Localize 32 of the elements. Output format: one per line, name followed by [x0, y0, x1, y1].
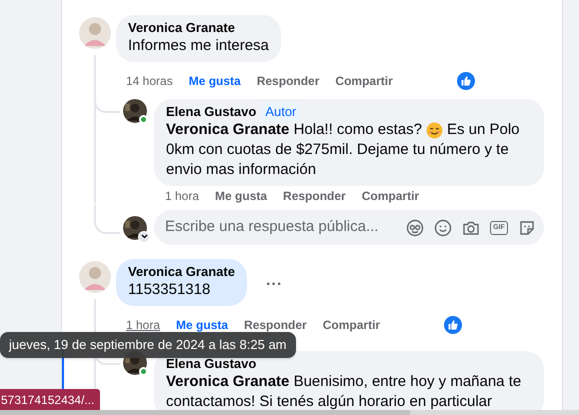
author-badge: Autor — [262, 103, 300, 121]
scrollbar[interactable] — [0, 410, 579, 415]
author-name[interactable]: Veronica Granate — [128, 20, 235, 36]
like-link[interactable]: Me gusta — [176, 317, 228, 333]
avatar-sticker-icon[interactable] — [406, 218, 424, 236]
comment-text: 0km con cuotas de $275mil. Dejame tu número y te envio mas información — [166, 140, 510, 180]
share-link[interactable]: Compartir — [335, 73, 393, 89]
caret-icon[interactable] — [138, 230, 150, 242]
tooltip: jueves, 19 de septiembre de 2024 a las 8:25 am — [0, 332, 296, 358]
reply-link[interactable]: Responder — [256, 73, 320, 89]
timestamp-link[interactable]: 14 horas — [126, 73, 173, 89]
like-link[interactable]: Me gusta — [188, 73, 241, 89]
smiling-face-icon — [426, 122, 443, 138]
share-link[interactable]: Compartir — [362, 188, 420, 204]
timestamp-link[interactable]: 1 hora — [165, 188, 200, 204]
emoji-icon[interactable] — [434, 218, 452, 236]
avatar[interactable] — [123, 99, 147, 123]
author-name[interactable]: Veronica Granate — [128, 264, 235, 280]
comment-text: Veronica Granate Hola!! como estas? — [166, 120, 422, 140]
more-options-button[interactable]: ... — [266, 269, 282, 293]
share-link[interactable]: Compartir — [322, 317, 380, 333]
reply-link[interactable]: Responder — [244, 317, 307, 333]
comment-text: Informes me interesa — [128, 36, 269, 56]
like-link[interactable]: Me gusta — [215, 188, 268, 204]
comment-text: 1153351318 — [128, 280, 210, 300]
reply-link[interactable]: Responder — [283, 188, 346, 204]
author-name[interactable]: Elena Gustavo — [166, 104, 256, 120]
author-name[interactable]: Elena Gustavo — [166, 356, 256, 372]
comment-text: Veronica Granate Buenisimo, entre hoy y mañana te contactamos! Si tenés algún horario en particular — [166, 372, 522, 410]
timestamp-link[interactable]: 1 hora — [126, 317, 160, 333]
comment-text: Es un Polo — [446, 120, 520, 140]
sticker-icon[interactable] — [518, 218, 536, 236]
